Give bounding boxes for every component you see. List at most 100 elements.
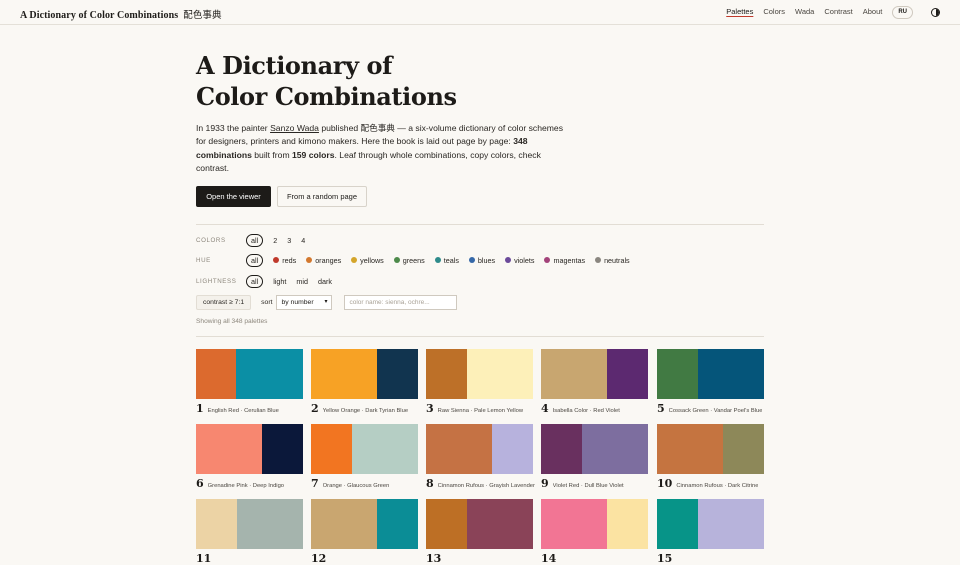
divider	[196, 224, 764, 225]
title-line-1: A Dictionary of	[196, 51, 393, 80]
palette-caption: 7 Orange · Glaucous Green	[311, 477, 431, 490]
page-title: A Dictionary of Color Combinations	[196, 50, 596, 112]
color-swatch[interactable]	[236, 349, 303, 399]
color-swatch[interactable]	[262, 424, 303, 474]
chevron-down-icon: ▾	[324, 298, 328, 305]
palette-caption: 9 Violet Red · Dull Blue Violet	[541, 477, 661, 490]
colors-all-chip[interactable]: all	[246, 233, 264, 247]
hue-dot-icon	[505, 257, 512, 263]
hue-reds-chip[interactable]: reds	[273, 253, 296, 267]
hue-oranges-chip[interactable]: oranges	[306, 253, 341, 267]
colors-2-chip[interactable]: 2	[273, 233, 277, 247]
color-swatch[interactable]	[582, 424, 648, 474]
palette-caption: 4 Isabella Color · Red Violet	[541, 402, 661, 415]
lightness-mid-chip[interactable]: mid	[296, 274, 308, 288]
nav-colors[interactable]: Colors	[763, 5, 785, 19]
hue-all-chip[interactable]: all	[246, 253, 264, 267]
language-toggle[interactable]: RU	[892, 5, 913, 19]
colors-4-chip[interactable]: 4	[301, 233, 305, 247]
palette-name: Violet Red · Dull Blue Violet	[552, 483, 624, 489]
hue-yellows-chip[interactable]: yellows	[351, 253, 384, 267]
hue-chip-label: all	[251, 255, 259, 265]
hue-dot-icon	[273, 257, 280, 263]
nav-about[interactable]: About	[863, 5, 883, 19]
result-count: Showing all 348 palettes	[196, 318, 268, 325]
divider	[196, 336, 764, 337]
color-swatch[interactable]	[311, 499, 377, 549]
hue-magentas-chip[interactable]: magentas	[544, 253, 585, 267]
hue-chip-label: magentas	[553, 255, 586, 265]
palette-caption: 15	[657, 552, 777, 565]
nav-wada[interactable]: Wada	[795, 5, 814, 19]
palette-caption: 6 Grenadine Pink · Deep Indigo	[196, 477, 316, 490]
palette-caption: 11	[196, 552, 316, 565]
color-swatch[interactable]	[426, 499, 467, 549]
random-page-button[interactable]: From a random page	[277, 186, 367, 207]
contrast-toggle-button[interactable]: contrast ≥ 7:1	[196, 294, 252, 310]
color-swatch[interactable]	[467, 499, 533, 549]
lead-count-colors: 159 colors	[292, 149, 335, 160]
palette-number: 12	[311, 552, 327, 565]
palette-number: 3	[426, 402, 434, 415]
color-swatch[interactable]	[196, 499, 237, 549]
color-swatch[interactable]	[426, 349, 467, 399]
nav-palettes[interactable]: Palettes	[726, 5, 753, 19]
colors-filter-label: COLORS	[196, 236, 226, 244]
nav-contrast[interactable]: Contrast	[824, 5, 852, 19]
hue-dot-icon	[595, 257, 602, 263]
open-viewer-button[interactable]: Open the viewer	[196, 186, 271, 207]
color-swatch[interactable]	[723, 424, 764, 474]
lightness-all-chip[interactable]: all	[246, 274, 264, 288]
color-swatch[interactable]	[237, 499, 303, 549]
color-search-input[interactable]: color name: sienna, ochre...	[344, 294, 458, 310]
hue-dot-icon	[351, 257, 358, 263]
hue-greens-chip[interactable]: greens	[393, 253, 425, 267]
palette-number: 6	[196, 477, 204, 490]
hue-blues-chip[interactable]: blues	[468, 253, 495, 267]
lightness-dark-chip[interactable]: dark	[318, 274, 332, 288]
color-swatch[interactable]	[377, 499, 418, 549]
palette-number: 8	[426, 477, 434, 490]
color-swatch[interactable]	[196, 424, 262, 474]
color-swatch[interactable]	[698, 349, 764, 399]
palette-name: Orange · Glaucous Green	[322, 483, 390, 489]
color-swatch[interactable]	[377, 349, 418, 399]
sort-select[interactable]: by number ▾	[276, 294, 333, 310]
hue-violets-chip[interactable]: violets	[505, 253, 534, 267]
hue-teals-chip[interactable]: teals	[434, 253, 459, 267]
palette-name: Cinnamon Rufous · Dark Citrine	[676, 483, 759, 489]
color-swatch[interactable]	[196, 349, 236, 399]
color-swatch[interactable]	[657, 499, 698, 549]
color-swatch[interactable]	[541, 424, 582, 474]
hue-chip-label: neutrals	[604, 255, 630, 265]
controls-row: contrast ≥ 7:1 sort by number ▾ color nam…	[196, 294, 458, 310]
color-swatch[interactable]	[352, 424, 418, 474]
theme-toggle-icon[interactable]	[931, 7, 940, 17]
palette-number: 15	[657, 552, 673, 565]
color-swatch[interactable]	[657, 349, 698, 399]
brand-logo[interactable]: A Dictionary of Color Combinations 配色事典	[20, 7, 222, 21]
lightness-light-chip[interactable]: light	[273, 274, 286, 288]
lead-text-1: In 1933 the painter	[196, 123, 271, 133]
palette-caption: 1 English Red · Cerulian Blue	[196, 402, 316, 415]
colors-filter: COLORS all 2 3 4	[196, 233, 315, 247]
color-swatch[interactable]	[492, 424, 533, 474]
color-swatch[interactable]	[426, 424, 492, 474]
color-swatch[interactable]	[607, 349, 648, 399]
top-bar: A Dictionary of Color Combinations 配色事典 P…	[0, 0, 960, 25]
color-swatch[interactable]	[698, 499, 764, 549]
color-swatch[interactable]	[607, 499, 648, 549]
color-swatch[interactable]	[467, 349, 533, 399]
color-swatch[interactable]	[311, 424, 352, 474]
palette-number: 2	[311, 402, 319, 415]
colors-3-chip[interactable]: 3	[287, 233, 291, 247]
palette-name: Cinnamon Rufous · Grayish Lavender	[437, 483, 535, 489]
hue-neutrals-chip[interactable]: neutrals	[595, 253, 630, 267]
color-swatch[interactable]	[311, 349, 377, 399]
color-swatch[interactable]	[541, 499, 607, 549]
color-swatch[interactable]	[657, 424, 723, 474]
palette-number: 11	[196, 552, 212, 565]
color-swatch[interactable]	[541, 349, 607, 399]
sanzo-wada-link[interactable]: Sanzo Wada	[270, 123, 319, 133]
brand-cjk: 配色事典	[183, 11, 222, 21]
